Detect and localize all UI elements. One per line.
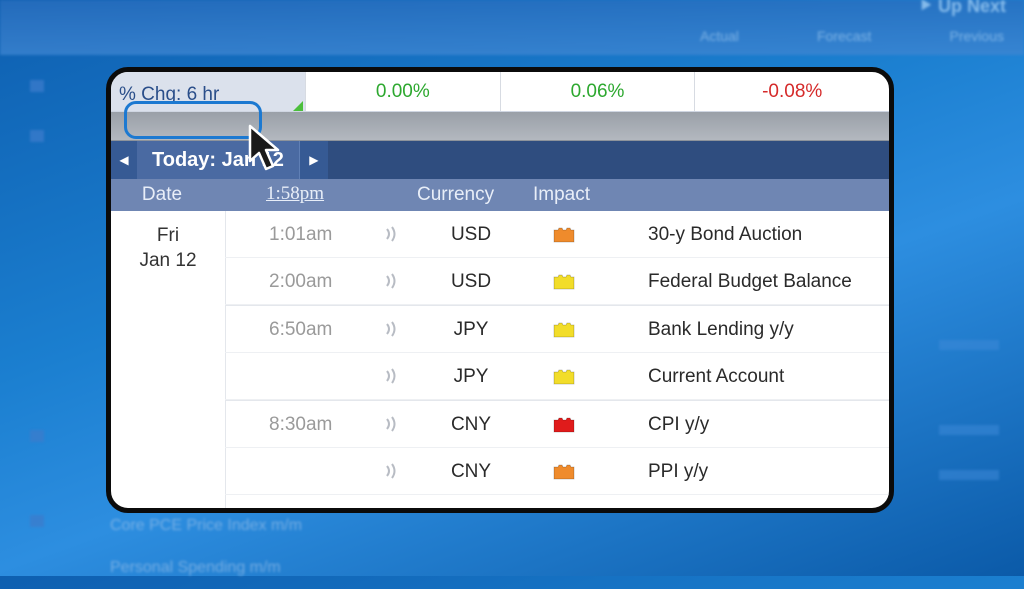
event-title[interactable]: Current Account [648, 366, 784, 388]
change-value-2: 0.06% [499, 72, 695, 111]
change-value-1: 0.00% [305, 72, 500, 111]
mouse-cursor-icon [248, 124, 280, 171]
background-marker [30, 80, 44, 92]
event-time: 2:00am [269, 271, 333, 292]
corner-marker-icon [293, 101, 303, 111]
event-time: 6:50am [269, 319, 333, 340]
time-highlight-ring [124, 101, 262, 139]
triangle-left-icon: ◀ [119, 153, 129, 167]
triangle-right-icon: ▶ [309, 153, 319, 167]
next-day-button[interactable]: ▶ [298, 141, 328, 179]
background-bar [939, 425, 999, 435]
sound-wave-icon[interactable] [383, 319, 401, 339]
header-impact: Impact [533, 184, 591, 205]
background-col-actual: Actual [700, 28, 739, 44]
background-bar [939, 340, 999, 350]
change-value-text: 0.06% [570, 80, 625, 102]
date-day: Fri [156, 225, 180, 246]
background-row: Personal Spending m/m [110, 559, 281, 576]
change-value-text: -0.08% [762, 80, 823, 102]
event-currency: CNY [450, 414, 492, 435]
impact-folder-icon[interactable] [553, 227, 575, 243]
sound-wave-icon[interactable] [383, 224, 401, 244]
event-row[interactable]: 6:50am JPY Bank Lending y/y [225, 305, 889, 353]
event-row[interactable]: 1:01am USD 30-y Bond Auction [225, 211, 889, 258]
event-row[interactable]: JPY Current Account [225, 353, 889, 400]
background-marker [30, 515, 44, 527]
event-row[interactable]: CNY PPI y/y [225, 448, 889, 495]
event-title[interactable]: PPI y/y [648, 461, 708, 483]
event-title[interactable]: Bank Lending y/y [648, 319, 794, 341]
background-bar [939, 470, 999, 480]
event-title[interactable]: Federal Budget Balance [648, 271, 852, 293]
impact-folder-icon[interactable] [553, 464, 575, 480]
impact-folder-icon[interactable] [553, 322, 575, 338]
change-value-3: -0.08% [694, 72, 889, 111]
sound-wave-icon[interactable] [383, 461, 401, 481]
header-currency: Currency [417, 184, 495, 205]
prev-day-button[interactable]: ◀ [111, 141, 137, 179]
event-currency: JPY [453, 366, 489, 387]
nav-fill [328, 141, 889, 179]
impact-folder-icon[interactable] [553, 417, 575, 433]
background-col-forecast: Forecast [816, 28, 872, 44]
header-date: Date [141, 184, 183, 205]
background-marker [30, 130, 44, 142]
change-value-text: 0.00% [375, 80, 430, 102]
impact-folder-icon[interactable] [553, 274, 575, 290]
event-time: 1:01am [269, 224, 333, 245]
background-up-next: ⯈ Up Next [918, 0, 1006, 16]
event-row[interactable]: 8:30am CNY CPI y/y [225, 400, 889, 448]
sound-wave-icon[interactable] [383, 366, 401, 386]
event-time: 8:30am [269, 414, 333, 435]
event-currency: USD [450, 271, 492, 292]
background-col-previous: Previous [949, 28, 1004, 44]
event-title[interactable]: 30-y Bond Auction [648, 224, 802, 246]
background-rows: Core PCE Price Index m/m Personal Spendi… [110, 505, 302, 589]
background-column-headers: Actual Forecast Previous [700, 28, 1004, 44]
current-time-link[interactable]: 1:58pm [266, 183, 324, 205]
background-marker [30, 430, 44, 442]
calendar-nav: ◀ Today: Jan 12 ▶ [111, 141, 889, 179]
date-date: Jan 12 [139, 250, 197, 271]
event-row[interactable]: 2:00am USD Federal Budget Balance [225, 258, 889, 305]
sound-wave-icon[interactable] [383, 414, 401, 434]
column-header-row: Date 1:58pm Currency Impact [111, 179, 889, 211]
sound-wave-icon[interactable] [383, 271, 401, 291]
event-currency: JPY [453, 319, 489, 340]
event-currency: USD [450, 224, 492, 245]
event-currency: CNY [450, 461, 492, 482]
event-title[interactable]: CPI y/y [648, 414, 709, 436]
date-cell: Fri Jan 12 [111, 211, 226, 508]
impact-folder-icon[interactable] [553, 369, 575, 385]
events-list: 1:01am USD 30-y Bond Auction 2:00am USD Feder… [225, 211, 889, 495]
